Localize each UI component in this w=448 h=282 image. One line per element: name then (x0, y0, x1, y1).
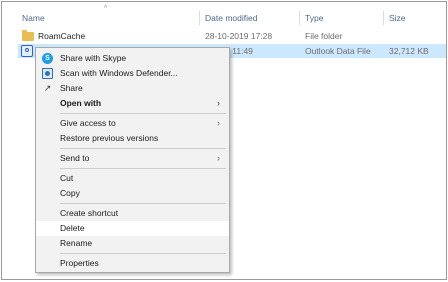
menu-item-restore-previous-versions[interactable]: Restore previous versions (36, 131, 229, 146)
folder-icon (22, 30, 34, 41)
menu-item-label: Restore previous versions (60, 133, 159, 143)
menu-item-give-access-to[interactable]: Give access to › (36, 116, 229, 131)
file-date-modified: 28-10-2019 17:28 (205, 31, 273, 41)
menu-item-create-shortcut[interactable]: Create shortcut (36, 206, 229, 221)
menu-item-label: Cut (60, 173, 74, 183)
menu-item-label: Delete (60, 223, 85, 233)
chevron-right-icon: › (217, 153, 220, 163)
column-header-type[interactable]: Type (305, 10, 323, 26)
sort-ascending-icon: ^ (104, 5, 108, 12)
menu-item-share[interactable]: ↗ Share (36, 81, 229, 96)
menu-item-label: Open with (60, 98, 102, 108)
menu-item-label: Properties (60, 258, 99, 268)
menu-item-label: Rename (60, 238, 93, 248)
menu-item-properties[interactable]: Properties (36, 256, 229, 271)
column-divider[interactable] (299, 11, 300, 25)
outlook-data-file-icon: o (21, 45, 33, 57)
menu-item-label: Send to (60, 153, 90, 163)
file-name: RoamCache (38, 31, 86, 41)
menu-separator (60, 113, 226, 114)
menu-separator (60, 168, 226, 169)
menu-item-label: Share with Skype (60, 53, 127, 63)
column-header-size[interactable]: Size (389, 10, 406, 26)
menu-item-scan-with-windows-defender[interactable]: Scan with Windows Defender... (36, 66, 229, 81)
context-menu: S Share with Skype Scan with Windows Def… (35, 47, 230, 273)
menu-item-rename[interactable]: Rename (36, 236, 229, 251)
menu-item-open-with[interactable]: Open with › (36, 96, 229, 111)
share-icon: ↗ (43, 83, 52, 93)
menu-item-delete[interactable]: Delete (36, 221, 229, 236)
menu-separator (60, 148, 226, 149)
windows-defender-icon (42, 68, 53, 79)
file-size: 32,712 KB (389, 46, 429, 56)
menu-item-cut[interactable]: Cut (36, 171, 229, 186)
column-header-date-modified[interactable]: Date modified (205, 10, 257, 26)
menu-item-label: Copy (60, 188, 80, 198)
menu-item-label: Create shortcut (60, 208, 119, 218)
menu-separator (60, 253, 226, 254)
skype-icon: S (42, 53, 53, 64)
file-type: File folder (305, 31, 343, 41)
file-type: Outlook Data File (305, 46, 371, 56)
column-header-name[interactable]: Name (22, 10, 45, 26)
column-divider[interactable] (383, 11, 384, 25)
menu-item-label: Give access to (60, 118, 116, 128)
chevron-right-icon: › (217, 118, 220, 128)
menu-item-share-with-skype[interactable]: S Share with Skype (36, 51, 229, 66)
menu-item-label: Scan with Windows Defender... (60, 68, 178, 78)
chevron-right-icon: › (217, 98, 220, 108)
column-divider[interactable] (199, 11, 200, 25)
menu-separator (60, 203, 226, 204)
menu-item-copy[interactable]: Copy (36, 186, 229, 201)
menu-item-label: Share (60, 83, 83, 93)
menu-item-send-to[interactable]: Send to › (36, 151, 229, 166)
file-row-roamcache[interactable]: RoamCache 28-10-2019 17:28 File folder (18, 29, 446, 43)
